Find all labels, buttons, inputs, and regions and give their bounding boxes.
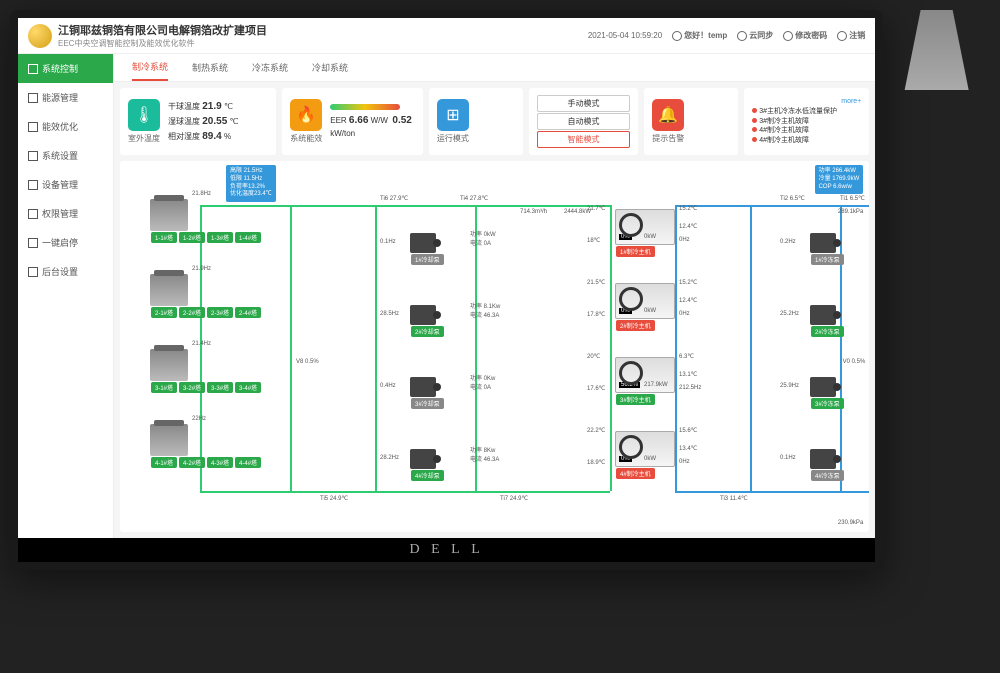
user-greeting[interactable]: 您好！temp	[672, 30, 727, 41]
ti6: Ti6 27.9℃	[380, 195, 408, 202]
alarm-item-3[interactable]: 4#制冷主机故障	[752, 136, 861, 146]
cloud-icon	[737, 31, 747, 41]
device-icon	[28, 180, 38, 190]
cooling-tower-3[interactable]: 21.4Hz3-1#塔3-2#塔3-3#塔3-4#塔	[150, 349, 262, 394]
ti1: Ti1 6.5℃	[840, 195, 865, 202]
app-subtitle: EEC中央空调智能控制及能效优化软件	[58, 39, 194, 48]
sidebar-item-7[interactable]: 后台设置	[18, 257, 113, 286]
cooling-tower-1[interactable]: 21.8Hz1-1#塔1-2#塔1-3#塔1-4#塔	[150, 199, 262, 244]
cloud-sync-link[interactable]: 云同步	[737, 30, 773, 41]
chiller-4[interactable]: 22.2℃18.9℃15.6℃13.4℃0Hz0%0kW4#制冷主机	[615, 431, 675, 480]
ti2: Ti2 6.5℃	[780, 195, 805, 202]
key-icon	[783, 31, 793, 41]
sidebar-item-3[interactable]: 系统设置	[18, 141, 113, 170]
logout-link[interactable]: 注销	[837, 30, 865, 41]
logo-icon	[28, 24, 52, 48]
power-icon	[28, 238, 38, 248]
mode-card: ⊞ 运行模式	[429, 88, 523, 155]
alarm-dot-icon	[752, 108, 757, 113]
thermometer-icon: 🌡	[128, 99, 160, 131]
user-icon	[672, 31, 682, 41]
flame-icon: 🔥	[290, 99, 322, 131]
tab-2[interactable]: 冷冻系统	[252, 55, 288, 80]
alarm-dot-icon	[752, 118, 757, 123]
auto-mode-button[interactable]: 自动模式	[537, 113, 631, 130]
efficiency-card: 🔥 系统能效 EER 6.66 W/W 0.52 kW/ton	[282, 88, 423, 155]
alarm-dot-icon	[752, 137, 757, 142]
chilled-pump-1[interactable]: 0.2Hz1#冷冻泵功率 0Kw电流 0A	[810, 233, 845, 266]
sidebar: 系统控制能源管理能效优化系统设置设备管理权限管理一键启停后台设置	[18, 54, 114, 538]
alarm-item-1[interactable]: 3#制冷主机故障	[752, 117, 861, 127]
chilled-pump-2[interactable]: 25.2Hz2#冷冻泵功率 5kW电流 35.8A	[810, 305, 845, 338]
sidebar-item-6[interactable]: 一键启停	[18, 228, 113, 257]
chilled-pump-4[interactable]: 0.1Hz4#冷冻泵功率 0kw电流 0A	[810, 449, 845, 482]
cooling-tower-2[interactable]: 21.9Hz2-1#塔2-2#塔2-3#塔2-4#塔	[150, 274, 262, 319]
energy-icon	[28, 93, 38, 103]
power-infobox: 功率 266.4kW冷量 1769.9kWCOP 6.6w/w	[815, 165, 864, 194]
settings-icon	[28, 151, 38, 161]
outdoor-card: 🌡 室外温度 干球温度 21.9 ℃ 湿球温度 20.55 ℃ 相对湿度 89.…	[120, 88, 276, 155]
alarm-card: 🔔 提示告警	[644, 88, 738, 155]
flow1: 714.3m³/h	[520, 209, 547, 215]
chiller-3[interactable]: 20℃17.6℃6.3℃13.1℃212.5Hz56.2%217.9kW3#制冷…	[615, 357, 675, 406]
change-password-link[interactable]: 修改密码	[783, 30, 827, 41]
grid-icon: ⊞	[437, 99, 469, 131]
cooling-tower-4[interactable]: 22Hz4-1#塔4-2#塔4-3#塔4-4#塔	[150, 424, 262, 469]
datetime: 2021-05-04 10:59:20	[588, 31, 662, 40]
sidebar-item-2[interactable]: 能效优化	[18, 112, 113, 141]
sidebar-item-1[interactable]: 能源管理	[18, 83, 113, 112]
app-header: 江铜耶兹铜箔有限公司电解铜箔改扩建项目 EEC中央空调智能控制及能效优化软件 2…	[18, 18, 875, 54]
optimization-infobox: 高限 21.5Hz低限 11.5Hz 负荷率13.2%优化温度23.4℃	[226, 165, 276, 202]
flow3: 289.1kPa	[838, 209, 863, 215]
ti7: Ti7 24.9℃	[500, 495, 528, 502]
tab-1[interactable]: 制热系统	[192, 55, 228, 80]
manual-mode-button[interactable]: 手动模式	[537, 95, 631, 112]
sidebar-item-0[interactable]: 系统控制	[18, 54, 113, 83]
sidebar-item-5[interactable]: 权限管理	[18, 199, 113, 228]
tab-3[interactable]: 冷却系统	[312, 55, 348, 80]
alarm-item-0[interactable]: 3#主机冷冻水低流量保护	[752, 107, 861, 117]
valve-v0: V0 0.5%	[843, 359, 866, 365]
alarm-dot-icon	[752, 127, 757, 132]
optimize-icon	[28, 122, 38, 132]
alarm-item-2[interactable]: 4#制冷主机故障	[752, 126, 861, 136]
auth-icon	[28, 209, 38, 219]
ti4: Ti4 27.8℃	[460, 195, 488, 202]
logout-icon	[837, 31, 847, 41]
chiller-2[interactable]: 21.5℃17.8℃15.2℃12.4℃0Hz0%0kW2#制冷主机	[615, 283, 675, 332]
ti3: Ti3 11.4℃	[720, 495, 748, 502]
flow4: 230.9kPa	[838, 520, 863, 526]
alarm-more-link[interactable]: more+	[752, 97, 861, 107]
ti5: Ti5 24.9℃	[320, 495, 348, 502]
backend-icon	[28, 267, 38, 277]
app-title: 江铜耶兹铜箔有限公司电解铜箔改扩建项目	[58, 22, 588, 38]
alarm-list-card: more+ 3#主机冷冻水低流量保护3#制冷主机故障4#制冷主机故障4#制冷主机…	[744, 88, 869, 155]
cooling-pump-4[interactable]: 28.2Hz4#冷却泵功率 8Kw电流 46.3A	[410, 449, 445, 482]
smart-mode-button[interactable]: 智能模式	[537, 131, 631, 148]
system-diagram[interactable]: 高限 21.5Hz低限 11.5Hz 负荷率13.2%优化温度23.4℃ 功率 …	[120, 161, 869, 532]
chiller-1[interactable]: 21.7℃18℃15.2℃12.4℃0Hz0%0kW1#制冷主机	[615, 209, 675, 258]
monitor-brand: D E L L	[18, 538, 875, 562]
mode-buttons-card: 手动模式 自动模式 智能模式	[529, 88, 639, 155]
cooling-pump-1[interactable]: 0.1Hz1#冷却泵功率 0kW电流 0A	[410, 233, 445, 266]
bell-icon: 🔔	[652, 99, 684, 131]
valve-v8: V8 0.5%	[296, 359, 319, 365]
chilled-pump-3[interactable]: 25.9Hz3#冷冻泵功率 4.8kW电流 35.2A	[810, 377, 845, 410]
tab-0[interactable]: 制冷系统	[132, 54, 168, 81]
eer-gauge	[330, 104, 400, 110]
cooling-pump-3[interactable]: 0.4Hz3#冷却泵功率 0Kw电流 0A	[410, 377, 445, 410]
sidebar-item-4[interactable]: 设备管理	[18, 170, 113, 199]
monitor-icon	[28, 64, 38, 74]
system-tabs: 制冷系统制热系统冷冻系统冷却系统	[114, 54, 875, 82]
cooling-pump-2[interactable]: 28.5Hz2#冷却泵功率 8.1Kw电流 46.3A	[410, 305, 445, 338]
